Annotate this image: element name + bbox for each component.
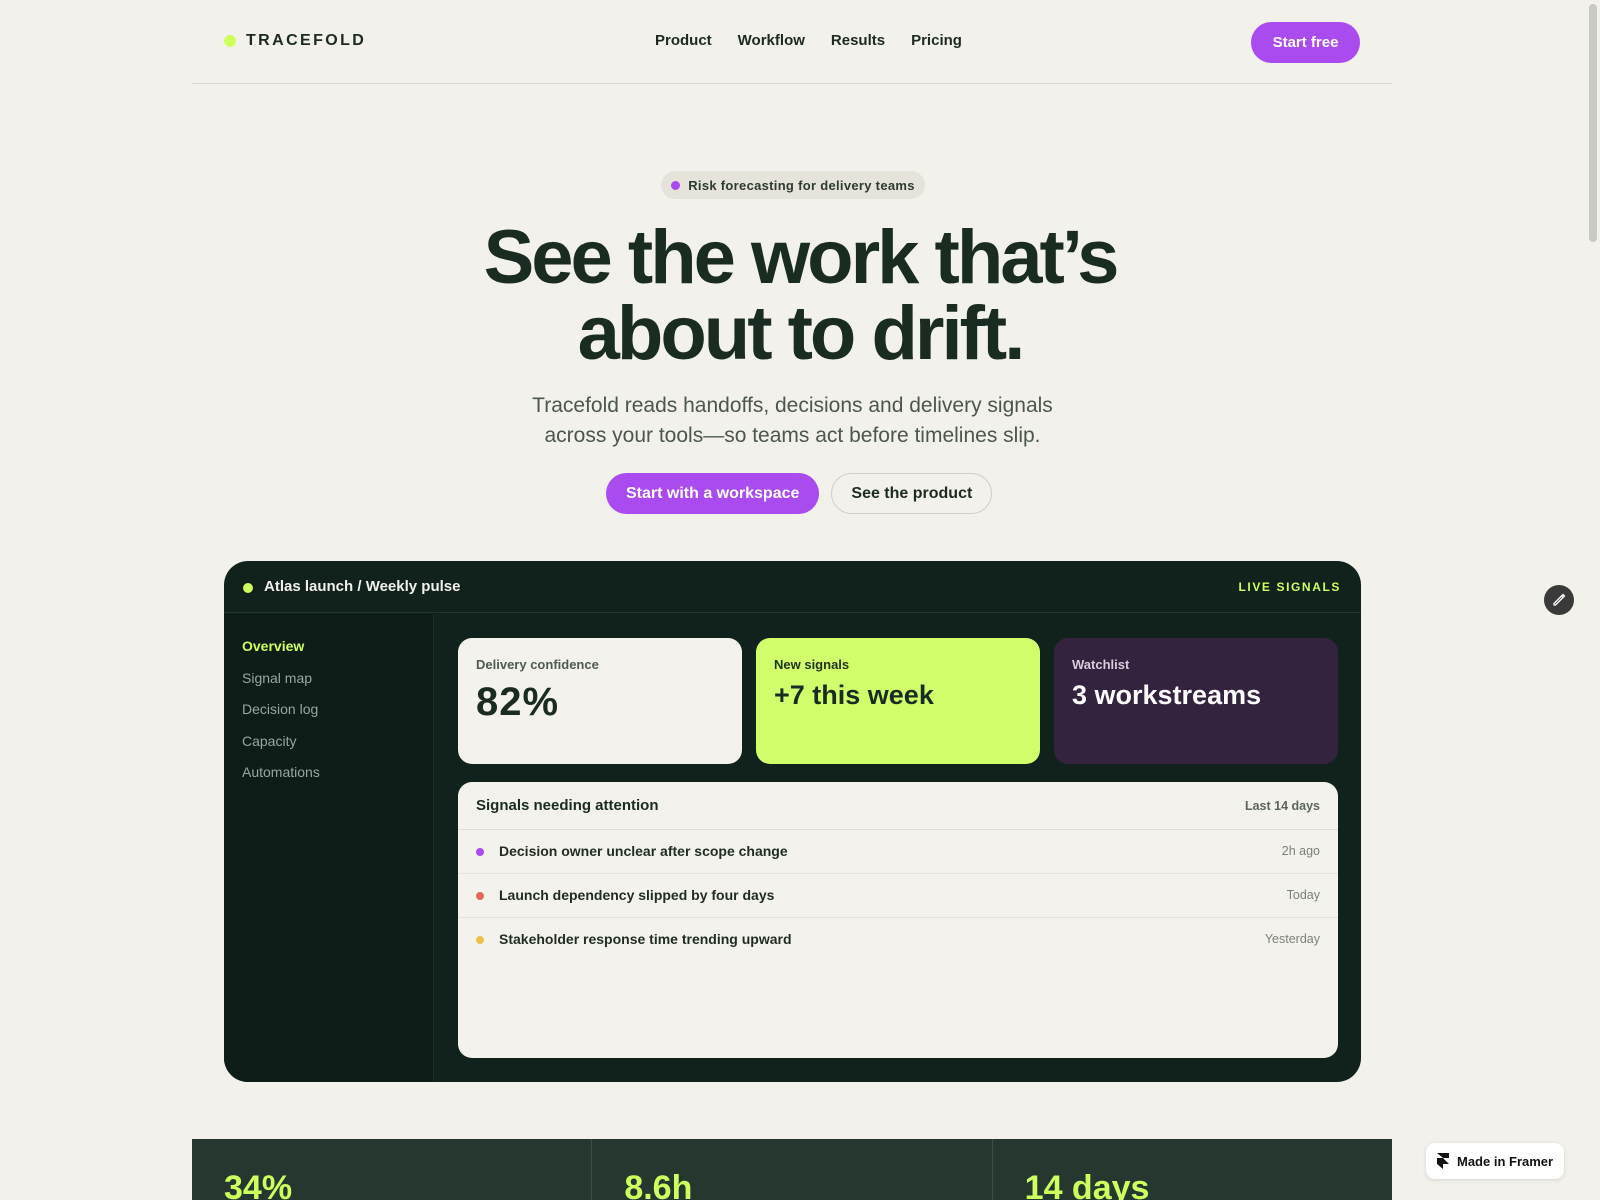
brand-name: TRACEFOLD (246, 32, 367, 49)
signal-text: Stakeholder response time trending upwar… (499, 931, 792, 947)
signals-range[interactable]: Last 14 days (1245, 799, 1320, 813)
top-nav: TRACEFOLD Product Workflow Results Prici… (192, 0, 1392, 84)
signal-time: 2h ago (1281, 844, 1320, 858)
new-signals-card[interactable]: New signals +7 this week (756, 638, 1040, 764)
hero-title-line-2: about to drift. (577, 291, 1026, 376)
start-free-button[interactable]: Start free (1251, 22, 1360, 63)
hero-ctas: Start with a workspace See the product (606, 473, 993, 514)
nav-link-pricing[interactable]: Pricing (911, 32, 962, 49)
signal-row[interactable]: Decision owner unclear after scope chang… (458, 830, 1338, 874)
hero-title-line-1: See the work that’s (483, 215, 1120, 300)
hero-subtitle-line-1: Tracefold reads handoffs, decisions and … (532, 394, 1053, 417)
nav-links: Product Workflow Results Pricing (655, 32, 962, 49)
card-value: 82% (476, 680, 560, 724)
card-value: +7 this week (774, 680, 934, 710)
framer-logo-icon (1437, 1153, 1449, 1169)
brand-dot-icon (224, 35, 236, 47)
hero-title: See the work that’s about to drift. (300, 220, 1300, 372)
sidebar-item-signal-map[interactable]: Signal map (242, 670, 433, 702)
stat-item: 8.6h (592, 1139, 993, 1200)
card-value: 3 workstreams (1072, 680, 1262, 710)
eyebrow-badge: Risk forecasting for delivery teams (661, 171, 925, 199)
signal-text: Launch dependency slipped by four days (499, 887, 775, 903)
see-product-button[interactable]: See the product (831, 473, 993, 514)
scrollbar-track[interactable] (1586, 0, 1600, 1200)
dashboard-title: Atlas launch / Weekly pulse (264, 578, 461, 595)
eyebrow-text: Risk forecasting for delivery teams (688, 177, 915, 193)
signal-dot-icon (476, 848, 484, 856)
watchlist-card[interactable]: Watchlist 3 workstreams (1054, 638, 1338, 764)
card-label: New signals (774, 657, 850, 672)
pencil-icon (1553, 593, 1566, 606)
stat-item: 34% (192, 1139, 593, 1200)
sidebar-item-capacity[interactable]: Capacity (242, 733, 433, 765)
made-in-framer-badge[interactable]: Made in Framer (1426, 1143, 1564, 1179)
framer-badge-text: Made in Framer (1457, 1153, 1554, 1169)
dashboard-sidebar: Overview Signal map Decision log Capacit… (224, 614, 434, 1082)
nav-link-workflow[interactable]: Workflow (738, 32, 805, 49)
nav-link-product[interactable]: Product (655, 32, 712, 49)
stat-value: 8.6h (624, 1169, 693, 1200)
signals-header: Signals needing attention Last 14 days (458, 782, 1338, 830)
card-label: Delivery confidence (476, 657, 599, 672)
live-signals-label: LIVE SIGNALS (1238, 580, 1341, 594)
dashboard-header: Atlas launch / Weekly pulse LIVE SIGNALS (224, 561, 1361, 613)
sidebar-item-overview[interactable]: Overview (242, 638, 433, 670)
signal-dot-icon (476, 936, 484, 944)
hero-subtitle: Tracefold reads handoffs, decisions and … (450, 391, 1135, 451)
start-workspace-button[interactable]: Start with a workspace (606, 473, 820, 514)
live-dot-icon (243, 583, 253, 593)
sidebar-item-automations[interactable]: Automations (242, 764, 433, 796)
stat-value: 34% (224, 1169, 293, 1200)
card-label: Watchlist (1072, 657, 1130, 672)
edit-pencil-button[interactable] (1544, 585, 1574, 615)
stats-strip: 34% 8.6h 14 days (192, 1139, 1392, 1200)
hero-subtitle-line-2: across your tools—so teams act before ti… (544, 424, 1041, 447)
signals-title: Signals needing attention (476, 797, 659, 814)
nav-link-results[interactable]: Results (831, 32, 885, 49)
signal-time: Today (1286, 888, 1320, 902)
scrollbar-thumb[interactable] (1589, 4, 1597, 242)
signals-panel: Signals needing attention Last 14 days D… (458, 782, 1338, 1058)
stat-value: 14 days (1024, 1169, 1150, 1200)
brand[interactable]: TRACEFOLD (224, 32, 366, 50)
signal-text: Decision owner unclear after scope chang… (499, 843, 788, 859)
sidebar-item-decision-log[interactable]: Decision log (242, 701, 433, 733)
signal-time: Yesterday (1264, 932, 1320, 946)
dashboard-preview: Atlas launch / Weekly pulse LIVE SIGNALS… (224, 561, 1361, 1082)
eyebrow-dot-icon (671, 180, 681, 190)
signal-row[interactable]: Stakeholder response time trending upwar… (458, 918, 1338, 962)
signal-dot-icon (476, 892, 484, 900)
delivery-confidence-card[interactable]: Delivery confidence 82% (458, 638, 742, 764)
stat-item: 14 days (993, 1139, 1392, 1200)
signal-row[interactable]: Launch dependency slipped by four days T… (458, 874, 1338, 918)
